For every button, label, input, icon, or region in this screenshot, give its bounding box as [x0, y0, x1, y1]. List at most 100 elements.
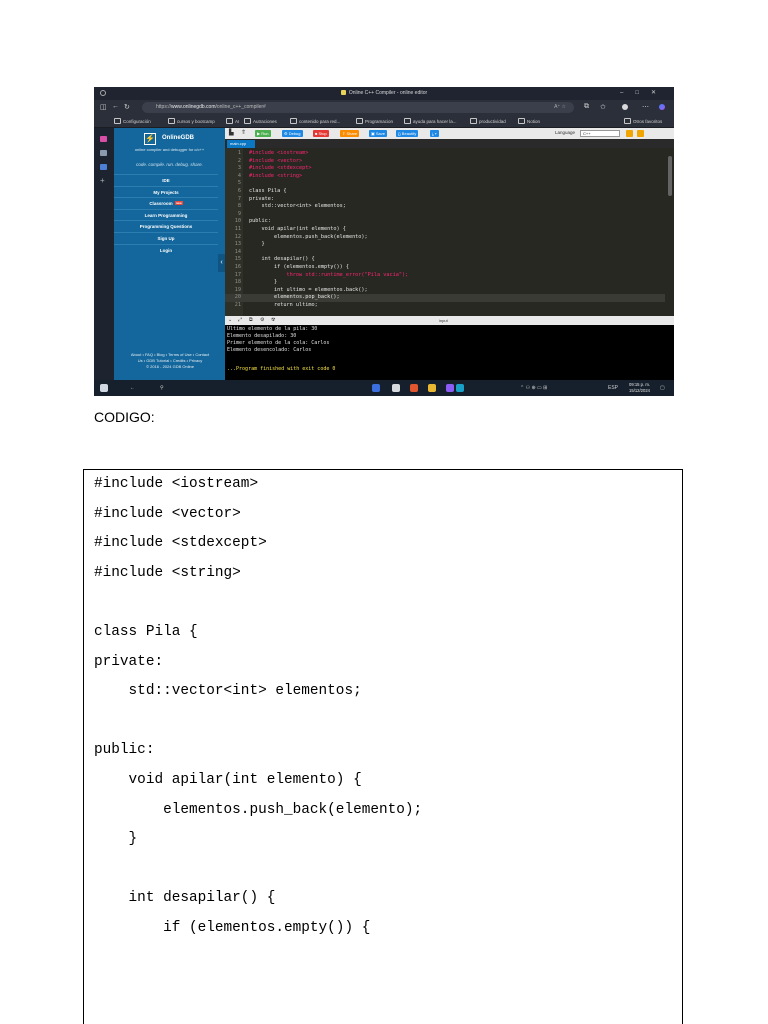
editor-line[interactable]: 1 #include <iostream> — [225, 150, 665, 158]
save-button[interactable]: ▣ Save — [369, 130, 388, 137]
copilot-icon[interactable] — [659, 104, 665, 110]
editor-line[interactable]: 20 elementos.pop_back(); — [225, 294, 665, 302]
bolt-logo-icon: ⚡ — [144, 133, 156, 145]
windows-start-icon[interactable] — [100, 384, 108, 392]
editor-line[interactable]: 7 private: — [225, 196, 665, 204]
editor-line[interactable]: 11 void apilar(int elemento) { — [225, 226, 665, 234]
tray-icons[interactable]: ⌃ ⚇ ⊕ ▭ ⊞ — [520, 385, 547, 391]
bookmark-item[interactable]: Programacion — [356, 118, 393, 124]
sidebar-toggle-icon[interactable]: ◫ — [100, 103, 107, 111]
taskbar-clock[interactable]: 09:15 p. m. 15/12/2024 — [629, 382, 650, 393]
terminal-icon[interactable]: ☢ — [271, 317, 275, 323]
code-editor[interactable]: 1 #include <iostream> 2 #include <vector> 3 #… — [225, 148, 674, 316]
notification-icon[interactable]: ▢ — [660, 385, 665, 391]
run-label: Run — [261, 131, 269, 136]
collapse-sidebar-icon[interactable]: ‹ — [218, 254, 225, 272]
code-line: #include <stdexcept> — [94, 535, 267, 552]
widgets-icon[interactable] — [372, 384, 380, 392]
favorites-icon[interactable]: ✩ — [600, 103, 606, 111]
menu-my-projects[interactable]: My Projects — [114, 185, 218, 198]
bookmark-item[interactable]: cursos y bootcamp — [168, 118, 215, 124]
editor-line[interactable]: 14 — [225, 249, 665, 257]
editor-line[interactable]: 8 std::vector<int> elementos; — [225, 203, 665, 211]
code-text: #include <iostream> — [249, 150, 309, 156]
line-number: 7 — [237, 195, 241, 202]
editor-line[interactable]: 4 #include <string> — [225, 173, 665, 181]
settings-icon[interactable]: ⚙ — [260, 317, 264, 323]
tray-language[interactable]: ESP — [608, 385, 618, 391]
beautify-button[interactable]: {} Beautify — [396, 130, 419, 137]
new-file-icon[interactable]: ▙ — [229, 129, 234, 136]
bookmark-item[interactable]: Configuración — [114, 118, 151, 124]
upload-icon[interactable]: ⇑ — [241, 129, 246, 136]
chrome-icon[interactable] — [392, 384, 400, 392]
more-menu-icon[interactable]: ⋯ — [642, 103, 649, 111]
editor-line[interactable]: 15 int desapilar() { — [225, 256, 665, 264]
debug-button[interactable]: ⚙ Debug — [282, 130, 303, 137]
edge-icon[interactable] — [456, 384, 464, 392]
window-controls[interactable]: –□✕ — [620, 89, 668, 96]
bookmark-item[interactable]: contenido para red... — [290, 118, 340, 124]
bookmark-item[interactable]: Notion — [518, 118, 540, 124]
settings-gear-icon[interactable] — [626, 130, 633, 137]
bookmark-item[interactable]: Autraciones — [244, 118, 277, 124]
editor-line[interactable]: 16 if (elementos.empty()) { — [225, 264, 665, 272]
editor-line[interactable]: 18 } — [225, 279, 665, 287]
editor-line[interactable]: 3 #include <stdexcept> — [225, 165, 665, 173]
onlinegdb-screenshot: Online C++ Compiler - online editor –□✕ … — [94, 87, 674, 396]
sidebar-app-icon[interactable] — [100, 150, 107, 156]
bookmark-item[interactable]: Otros favoritos — [624, 118, 662, 124]
menu-learn-programming[interactable]: Learn Programming — [114, 208, 218, 221]
collapse-output-icon[interactable]: ⌄ — [228, 317, 232, 323]
refresh-icon[interactable]: ↻ — [124, 103, 130, 111]
menu-ide[interactable]: IDE — [114, 174, 218, 186]
stop-button[interactable]: ■ Stop — [313, 130, 329, 137]
editor-line[interactable]: 6 class Pila { — [225, 188, 665, 196]
tab-main-cpp[interactable]: main.cpp — [227, 140, 255, 148]
brave-icon[interactable] — [410, 384, 418, 392]
info-icon[interactable] — [637, 130, 644, 137]
add-icon[interactable]: + — [100, 177, 107, 185]
run-button[interactable]: ▶ Run — [255, 130, 271, 137]
bookmark-item[interactable]: AI — [226, 118, 239, 124]
profile-avatar-icon[interactable] — [622, 104, 628, 110]
menu-sign-up[interactable]: Sign Up — [114, 231, 218, 244]
sidebar-app-icon[interactable] — [100, 164, 107, 170]
url-field[interactable]: https://www.onlinegdb.com/online_c++_com… — [142, 102, 574, 113]
editor-line[interactable]: 2 #include <vector> — [225, 158, 665, 166]
language-select[interactable]: C++ — [580, 130, 620, 137]
editor-line[interactable]: 21 return ultimo; — [225, 302, 665, 310]
input-tab-label[interactable]: input — [439, 318, 448, 323]
editor-line[interactable]: 19 int ultimo = elementos.back(); — [225, 287, 665, 295]
browser-vertical-sidebar: + — [94, 128, 114, 380]
editor-scrollbar[interactable] — [668, 156, 672, 196]
editor-line[interactable]: 17 throw std::runtime_error("Pila vacia"… — [225, 272, 665, 280]
line-number: 11 — [234, 226, 241, 232]
split-screen-icon[interactable]: ⧉ — [584, 103, 589, 111]
bookmark-item[interactable]: ayuda para hacer la... — [404, 118, 457, 124]
menu-classroom[interactable]: Classroom new — [114, 197, 218, 209]
resize-icon[interactable]: ⤢ — [238, 317, 242, 323]
clock-time: 09:15 p. m. — [629, 382, 650, 387]
copy-icon[interactable]: ⧉ — [249, 317, 253, 323]
menu-programming-questions[interactable]: Programming Questions — [114, 220, 218, 232]
bookmark-item[interactable]: productividad — [470, 118, 506, 124]
editor-line[interactable]: 5 — [225, 180, 665, 188]
line-number: 15 — [234, 256, 241, 263]
download-button[interactable]: ⤓ ▾ — [430, 130, 439, 137]
line-number: 19 — [234, 286, 241, 293]
editor-line[interactable]: 9 — [225, 211, 665, 219]
back-icon[interactable]: ← — [112, 103, 119, 110]
back-arrow-icon[interactable]: ← — [130, 385, 135, 391]
app-icon[interactable] — [446, 384, 454, 392]
editor-line[interactable]: 12 elementos.push_back(elemento); — [225, 234, 665, 242]
search-icon[interactable]: ⚲ — [160, 385, 164, 391]
editor-line[interactable]: 13 } — [225, 241, 665, 249]
output-console: Ultimo elemento de la pila: 30 Elemento … — [225, 325, 674, 380]
editor-line[interactable]: 10 public: — [225, 218, 665, 226]
favorite-star-icon[interactable]: A⁺ ☆ — [554, 104, 566, 110]
sidebar-app-icon[interactable] — [100, 136, 107, 142]
file-explorer-icon[interactable] — [428, 384, 436, 392]
share-button[interactable]: ⇪ Share — [340, 130, 360, 137]
menu-login[interactable]: Login — [114, 243, 218, 256]
